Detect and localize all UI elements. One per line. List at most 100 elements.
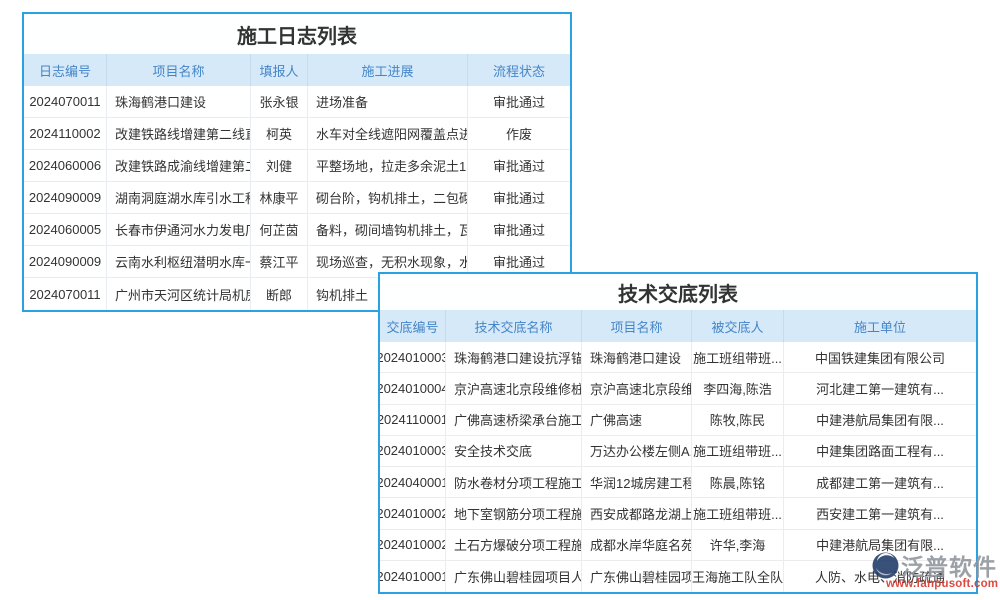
disclosure-id-link[interactable]: 2024010002 <box>380 498 446 528</box>
project-name-link[interactable]: 广佛高速 <box>582 405 692 435</box>
table-row: 2024010002地下室钢筋分项工程施工...西安成都路龙湖上...施工班组带… <box>380 498 976 529</box>
status-badge: 审批通过 <box>468 214 570 245</box>
project-name-link[interactable]: 珠海鹤港口建设 <box>107 86 251 117</box>
reporter-link[interactable]: 林康平 <box>251 182 308 213</box>
disclosure-id-link[interactable]: 2024040001 <box>380 467 446 497</box>
construction-unit-text: 河北建工第一建筑有... <box>784 373 976 403</box>
column-header: 流程状态 <box>468 54 570 86</box>
project-name-link[interactable]: 广东佛山碧桂园项目 <box>582 561 692 592</box>
disclosure-name-link[interactable]: 京沪高速北京段维修桩帽... <box>446 373 582 403</box>
disclosure-id-link[interactable]: 2024010001 <box>380 561 446 592</box>
status-badge: 审批通过 <box>468 150 570 181</box>
construction-log-header: 日志编号项目名称填报人施工进展流程状态 <box>24 54 570 86</box>
technical-disclosure-title: 技术交底列表 <box>380 274 976 310</box>
log-id-link[interactable]: 2024070011 <box>24 278 107 310</box>
recipients-text: 李四海,陈浩 <box>692 373 784 403</box>
table-row: 2024010003珠海鹤港口建设抗浮锚杆...珠海鹤港口建设施工班组带班...… <box>380 342 976 373</box>
progress-text: 平整场地，拉走多余泥土15... <box>308 150 468 181</box>
disclosure-id-link[interactable]: 2024010002 <box>380 530 446 560</box>
project-name-link[interactable]: 广州市天河区统计局机房... <box>107 278 251 310</box>
disclosure-name-link[interactable]: 防水卷材分项工程施工技... <box>446 467 582 497</box>
project-name-link[interactable]: 华润12城房建工程... <box>582 467 692 497</box>
reporter-link[interactable]: 刘健 <box>251 150 308 181</box>
reporter-link[interactable]: 蔡江平 <box>251 246 308 277</box>
disclosure-id-link[interactable]: 2024010003 <box>380 436 446 466</box>
log-id-link[interactable]: 2024090009 <box>24 246 107 277</box>
table-row: 2024010003安全技术交底万达办公楼左侧A...施工班组带班...中建集团… <box>380 436 976 467</box>
column-header: 项目名称 <box>582 310 692 342</box>
log-id-link[interactable]: 2024060006 <box>24 150 107 181</box>
recipients-text: 施工班组带班... <box>692 436 784 466</box>
disclosure-id-link[interactable]: 2024010003 <box>380 342 446 372</box>
log-id-link[interactable]: 2024110002 <box>24 118 107 149</box>
project-name-link[interactable]: 成都水岸华庭名苑... <box>582 530 692 560</box>
column-header: 填报人 <box>251 54 308 86</box>
table-row: 2024060006改建铁路成渝线增建第二...刘健平整场地，拉走多余泥土15.… <box>24 150 570 182</box>
fanpu-logo-icon <box>872 552 899 579</box>
table-row: 2024110001广佛高速桥梁承台施工技...广佛高速陈牧,陈民中建港航局集团… <box>380 405 976 436</box>
project-name-link[interactable]: 改建铁路线增建第二线直... <box>107 118 251 149</box>
table-row: 2024090009湖南洞庭湖水库引水工程...林康平砌台阶，钩机排土，二包砌.… <box>24 182 570 214</box>
watermark-brand: 泛普软件 <box>901 548 997 582</box>
recipients-text: 施工班组带班... <box>692 498 784 528</box>
construction-unit-text: 中国铁建集团有限公司 <box>784 342 976 372</box>
recipients-text: 许华,李海 <box>692 530 784 560</box>
progress-text: 进场准备 <box>308 86 468 117</box>
vendor-watermark: 泛普软件 www.fanpusoft.com <box>872 548 1000 590</box>
project-name-link[interactable]: 湖南洞庭湖水库引水工程... <box>107 182 251 213</box>
project-name-link[interactable]: 万达办公楼左侧A... <box>582 436 692 466</box>
construction-log-title: 施工日志列表 <box>24 14 570 54</box>
progress-text: 备料，砌间墙钩机排土，瓦... <box>308 214 468 245</box>
column-header: 项目名称 <box>107 54 251 86</box>
recipients-text: 陈晨,陈铭 <box>692 467 784 497</box>
disclosure-name-link[interactable]: 广佛高速桥梁承台施工技... <box>446 405 582 435</box>
disclosure-name-link[interactable]: 广东佛山碧桂园项目人防... <box>446 561 582 592</box>
disclosure-name-link[interactable]: 珠海鹤港口建设抗浮锚杆... <box>446 342 582 372</box>
reporter-link[interactable]: 何芷茵 <box>251 214 308 245</box>
column-header: 日志编号 <box>24 54 107 86</box>
project-name-link[interactable]: 改建铁路成渝线增建第二... <box>107 150 251 181</box>
disclosure-name-link[interactable]: 安全技术交底 <box>446 436 582 466</box>
progress-text: 水车对全线遮阳网覆盖点进... <box>308 118 468 149</box>
table-row: 2024040001防水卷材分项工程施工技...华润12城房建工程...陈晨,陈… <box>380 467 976 498</box>
technical-disclosure-panel: 技术交底列表 交底编号技术交底名称项目名称被交底人施工单位 2024010003… <box>378 272 978 594</box>
construction-unit-text: 中建集团路面工程有... <box>784 436 976 466</box>
table-row: 2024060005长春市伊通河水力发电厂...何芷茵备料，砌间墙钩机排土，瓦.… <box>24 214 570 246</box>
reporter-link[interactable]: 断郎 <box>251 278 308 310</box>
disclosure-name-link[interactable]: 地下室钢筋分项工程施工... <box>446 498 582 528</box>
disclosure-id-link[interactable]: 2024110001 <box>380 405 446 435</box>
status-badge: 作废 <box>468 118 570 149</box>
construction-unit-text: 西安建工第一建筑有... <box>784 498 976 528</box>
table-row: 2024110002改建铁路线增建第二线直...柯英水车对全线遮阳网覆盖点进..… <box>24 118 570 150</box>
column-header: 被交底人 <box>692 310 784 342</box>
status-badge: 审批通过 <box>468 86 570 117</box>
table-row: 2024070011珠海鹤港口建设张永银进场准备审批通过 <box>24 86 570 118</box>
watermark-url: www.fanpusoft.com <box>886 578 1000 590</box>
technical-disclosure-header: 交底编号技术交底名称项目名称被交底人施工单位 <box>380 310 976 342</box>
column-header: 技术交底名称 <box>446 310 582 342</box>
construction-unit-text: 成都建工第一建筑有... <box>784 467 976 497</box>
project-name-link[interactable]: 长春市伊通河水力发电厂... <box>107 214 251 245</box>
disclosure-name-link[interactable]: 土石方爆破分项工程施工... <box>446 530 582 560</box>
construction-log-panel: 施工日志列表 日志编号项目名称填报人施工进展流程状态 2024070011珠海鹤… <box>22 12 572 312</box>
recipients-text: 陈牧,陈民 <box>692 405 784 435</box>
project-name-link[interactable]: 珠海鹤港口建设 <box>582 342 692 372</box>
project-name-link[interactable]: 京沪高速北京段维修 <box>582 373 692 403</box>
column-header: 交底编号 <box>380 310 446 342</box>
reporter-link[interactable]: 柯英 <box>251 118 308 149</box>
reporter-link[interactable]: 张永银 <box>251 86 308 117</box>
recipients-text: 王海施工队全队 <box>692 561 784 592</box>
column-header: 施工单位 <box>784 310 976 342</box>
construction-unit-text: 中建港航局集团有限... <box>784 405 976 435</box>
progress-text: 砌台阶，钩机排土，二包砌... <box>308 182 468 213</box>
disclosure-id-link[interactable]: 2024010004 <box>380 373 446 403</box>
recipients-text: 施工班组带班... <box>692 342 784 372</box>
project-name-link[interactable]: 西安成都路龙湖上... <box>582 498 692 528</box>
status-badge: 审批通过 <box>468 182 570 213</box>
project-name-link[interactable]: 云南水利枢纽潜明水库一... <box>107 246 251 277</box>
log-id-link[interactable]: 2024060005 <box>24 214 107 245</box>
log-id-link[interactable]: 2024090009 <box>24 182 107 213</box>
column-header: 施工进展 <box>308 54 468 86</box>
table-row: 2024010004京沪高速北京段维修桩帽...京沪高速北京段维修李四海,陈浩河… <box>380 373 976 404</box>
log-id-link[interactable]: 2024070011 <box>24 86 107 117</box>
